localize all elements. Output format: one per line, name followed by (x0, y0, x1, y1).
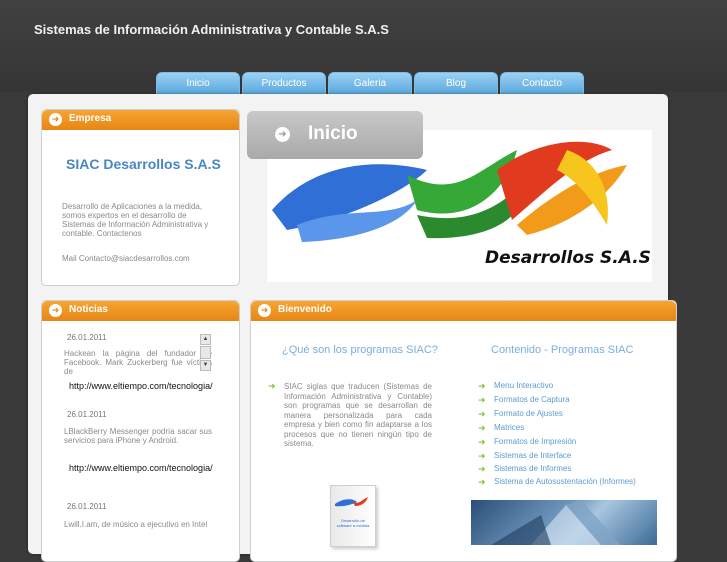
list-item[interactable]: Sistema de Autosustentación (Informes) (494, 477, 636, 486)
main-nav: Inicio Productos Galeria Blog Contacto (156, 72, 584, 94)
site-title: Sistemas de Información Administrativa y… (34, 22, 389, 37)
arrow-right-icon: ➜ (478, 395, 486, 405)
arrow-right-icon: ➜ (49, 304, 62, 317)
scroll-thumb[interactable] (200, 346, 211, 359)
tab-productos[interactable]: Productos (242, 72, 326, 94)
empresa-header: ➜ Empresa (42, 110, 239, 130)
list-item[interactable]: Formato de Ajustes (494, 409, 563, 418)
list-item[interactable]: Sistemas de Informes (494, 464, 571, 473)
list-item[interactable]: Formatos de Impresión (494, 437, 576, 446)
news-text: Lwill.I.am, de músico a ejecutivo en Int… (64, 520, 208, 529)
arrow-right-icon: ➜ (478, 423, 486, 433)
bienvenido-header: ➜ Bienvenido (251, 301, 676, 321)
tab-inicio[interactable]: Inicio (156, 72, 240, 94)
empresa-box: ➜ Empresa SIAC Desarrollos S.A.S Desarro… (41, 109, 240, 286)
inicio-banner: ➜ Inicio (247, 111, 423, 159)
list-item[interactable]: Menu Interactivo (494, 381, 553, 390)
arrow-right-icon: ➜ (478, 409, 486, 419)
list-item[interactable]: Matrices (494, 423, 524, 432)
tab-blog[interactable]: Blog (414, 72, 498, 94)
logo-text: Desarrollos S.A.S (485, 248, 651, 268)
arrow-right-icon: ➜ (49, 113, 62, 126)
arrow-right-icon: ➜ (478, 381, 486, 391)
news-link[interactable]: http://www.eltiempo.com/tecnologia/ (68, 461, 218, 475)
company-description: Desarrollo de Aplicaciones a la medida, … (62, 202, 209, 238)
building-graphic (491, 500, 621, 545)
product-box-text: Desarrollo de software a medida (336, 518, 370, 528)
product-box-image: Desarrollo de software a medida (330, 485, 376, 547)
building-image (471, 500, 657, 545)
empresa-title: Empresa (69, 113, 112, 124)
company-name: SIAC Desarrollos S.A.S (66, 156, 221, 172)
list-item[interactable]: Sistemas de Interface (494, 451, 571, 460)
tab-galeria[interactable]: Galeria (328, 72, 412, 94)
tab-contacto[interactable]: Contacto (500, 72, 584, 94)
inicio-title: Inicio (308, 123, 358, 144)
news-link[interactable]: http://www.eltiempo.com/tecnologia/ (68, 379, 217, 393)
arrow-right-icon: ➜ (268, 381, 276, 391)
news-date: 26.01.2011 (67, 410, 107, 419)
list-item[interactable]: Formatos de Captura (494, 395, 570, 404)
arrow-right-icon: ➜ (478, 477, 486, 487)
siac-question-title: ¿Qué son los programas SIAC? (282, 344, 438, 356)
noticias-title: Noticias (69, 304, 108, 315)
siac-description: SIAC siglas que traducen (Sistemas de In… (284, 382, 432, 448)
noticias-header: ➜ Noticias (42, 301, 239, 321)
arrow-right-icon: ➜ (275, 127, 290, 142)
news-date: 26.01.2011 (67, 333, 107, 342)
news-scrollbar[interactable]: ▲ ▼ (200, 334, 211, 371)
arrow-right-icon: ➜ (478, 451, 486, 461)
arrow-right-icon: ➜ (478, 464, 486, 474)
scroll-down-icon[interactable]: ▼ (200, 360, 211, 371)
contact-mail[interactable]: Mail Contacto@siacdesarrollos.com (62, 254, 232, 263)
news-text: Hackean la página del fundador de Facebo… (64, 349, 212, 376)
news-text: LBlackBerry Messenger podría sacar sus s… (64, 427, 212, 445)
arrow-right-icon: ➜ (478, 437, 486, 447)
scroll-up-icon[interactable]: ▲ (200, 334, 211, 345)
news-date: 26.01.2011 (67, 502, 107, 511)
bienvenido-title: Bienvenido (278, 304, 332, 315)
mini-logo-icon (335, 497, 368, 507)
contenido-title: Contenido - Programas SIAC (491, 344, 634, 356)
arrow-right-icon: ➜ (258, 304, 271, 317)
